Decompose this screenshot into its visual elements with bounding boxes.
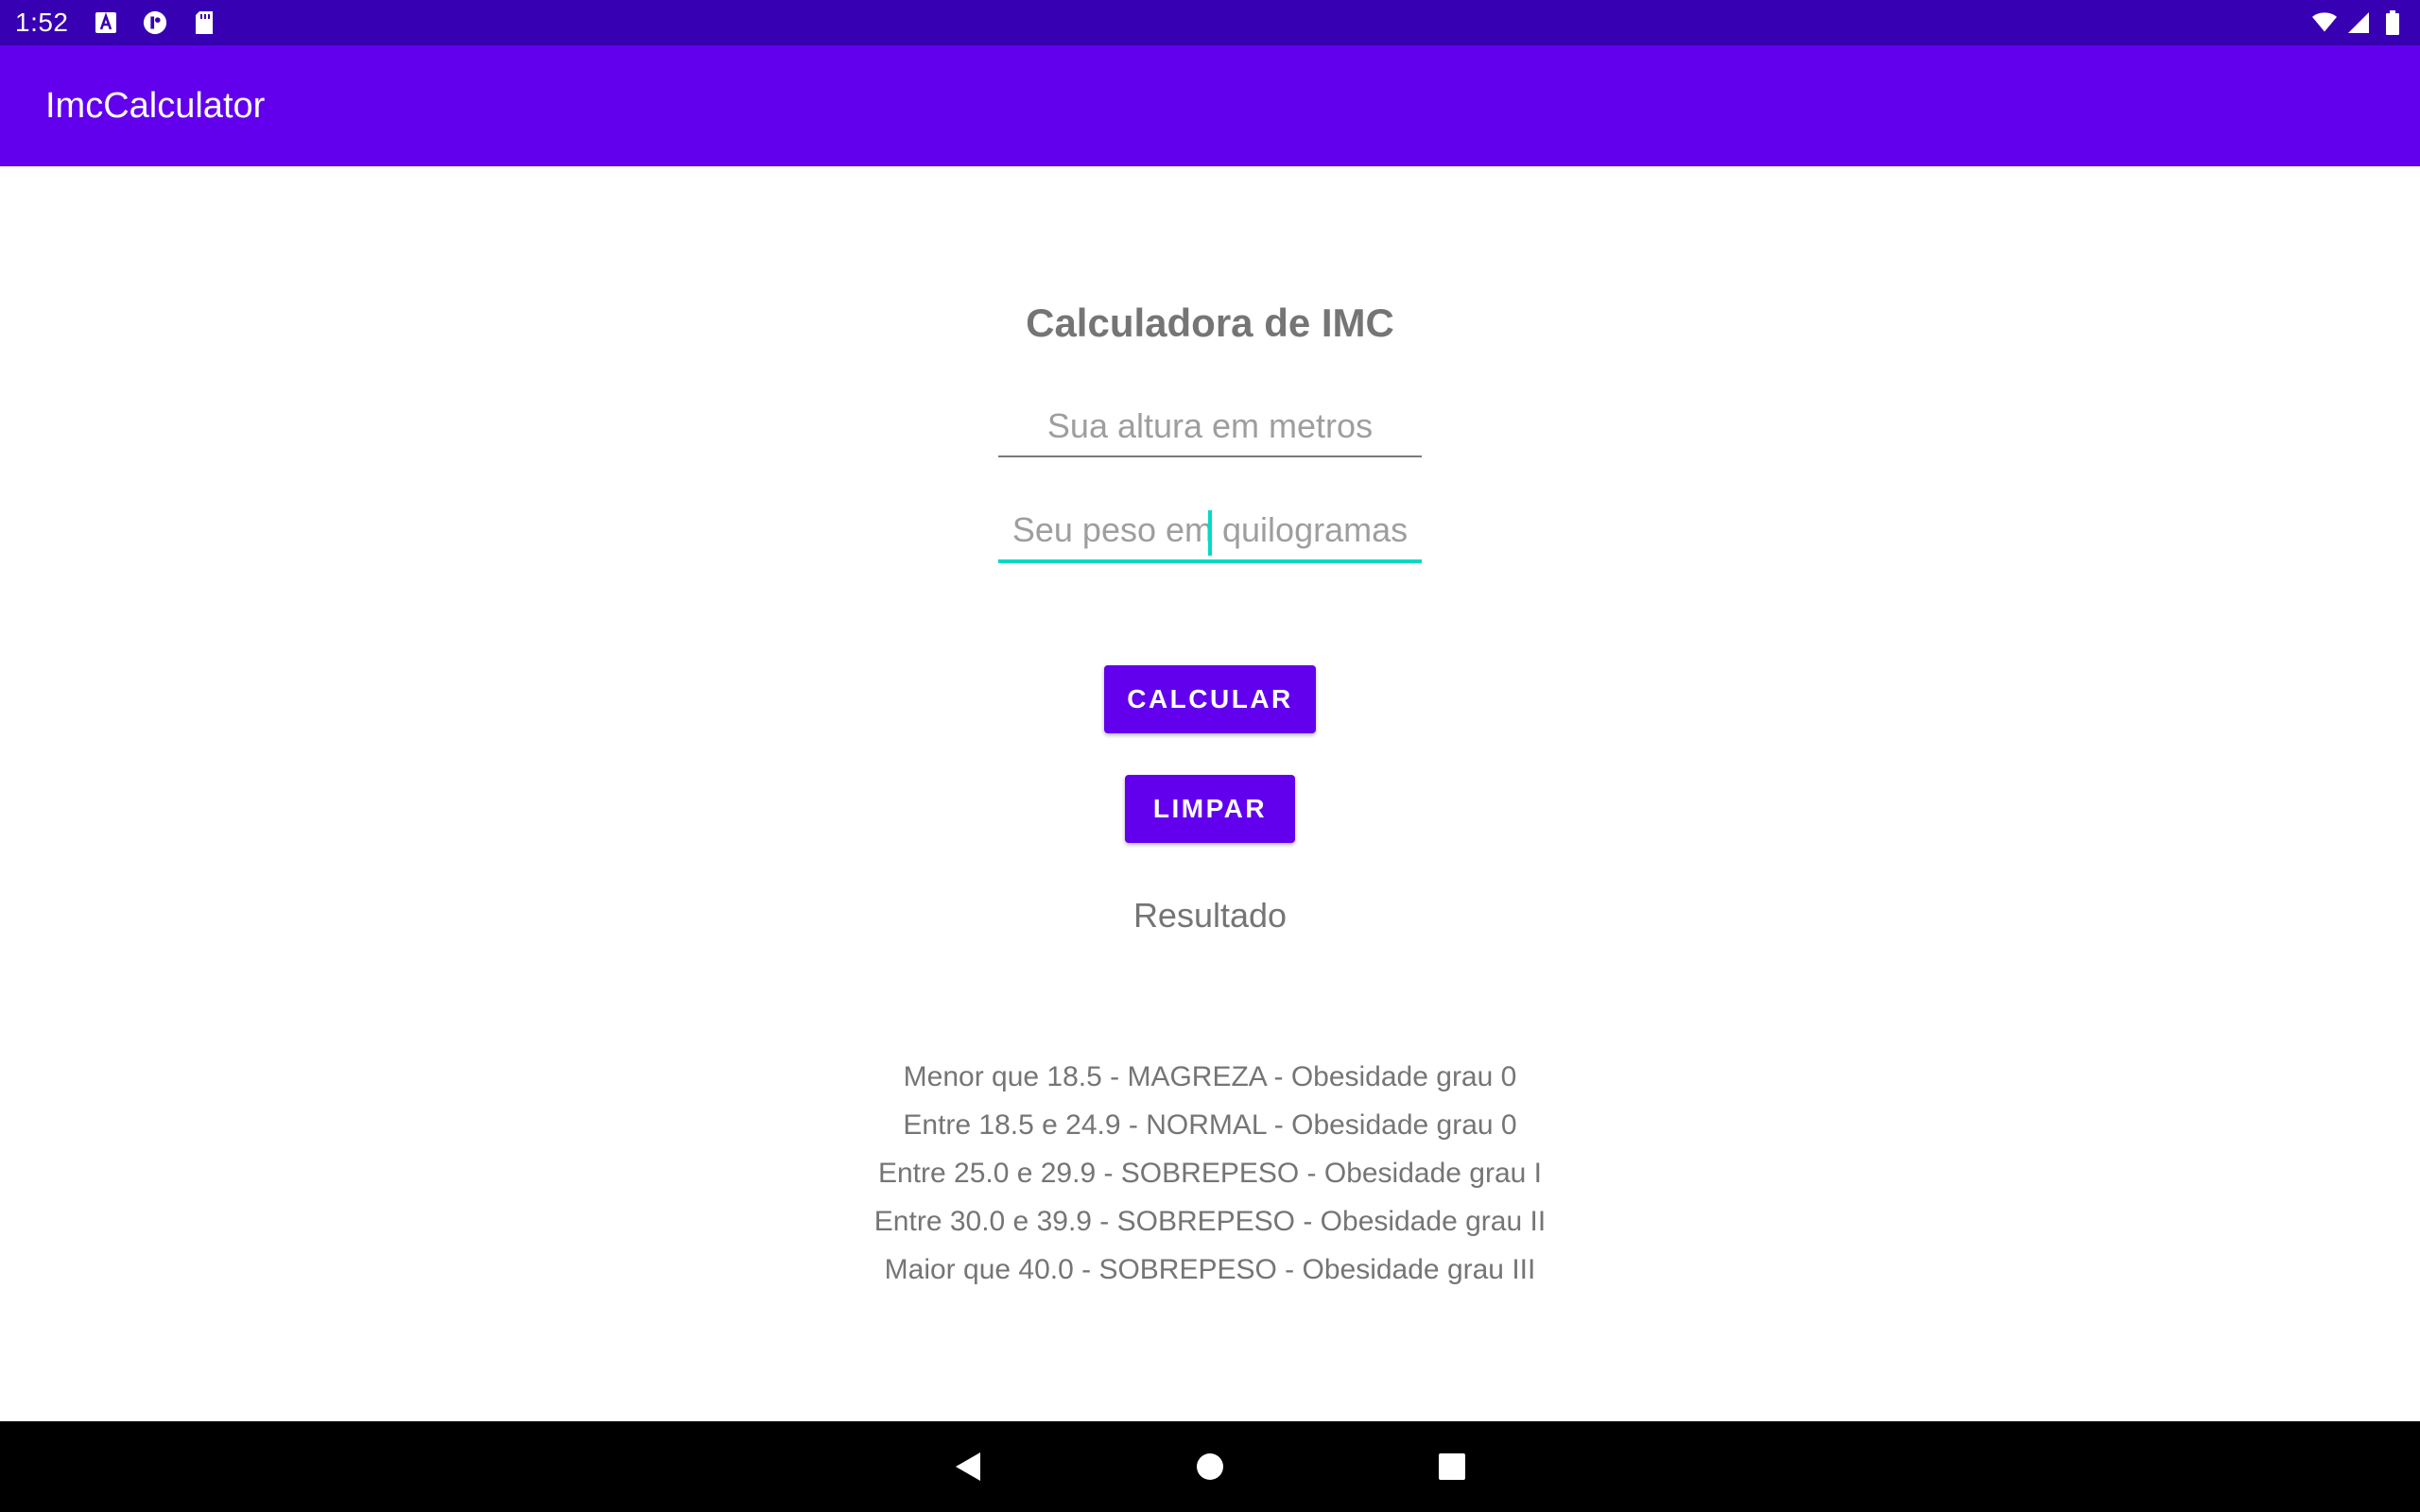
range-line: Entre 25.0 e 29.9 - SOBREPESO - Obesidad…: [877, 1158, 1543, 1189]
status-left: 1:52: [15, 8, 216, 38]
range-line: Menor que 18.5 - MAGREZA - Obesidade gra…: [903, 1061, 1517, 1092]
app-bar: ImcCalculator: [0, 45, 2420, 166]
back-icon[interactable]: [930, 1421, 1006, 1512]
status-bar: 1:52: [0, 0, 2420, 45]
clear-button[interactable]: LIMPAR: [1125, 775, 1295, 843]
circle-badge-icon: [143, 10, 167, 35]
wifi-icon: [2312, 10, 2337, 35]
imc-ranges-list: Menor que 18.5 - MAGREZA - Obesidade gra…: [0, 1053, 2420, 1294]
range-line: Entre 30.0 e 39.9 - SOBREPESO - Obesidad…: [873, 1206, 1547, 1237]
page-title: Calculadora de IMC: [1026, 301, 1394, 345]
status-right: [2312, 10, 2405, 35]
battery-icon: [2380, 10, 2405, 35]
sd-card-icon: [192, 10, 216, 35]
height-field[interactable]: [998, 389, 1422, 457]
range-line: Maior que 40.0 - SOBREPESO - Obesidade g…: [884, 1254, 1536, 1285]
app-title: ImcCalculator: [45, 85, 266, 126]
text-cursor: [1208, 510, 1212, 556]
home-icon[interactable]: [1172, 1421, 1248, 1512]
status-time: 1:52: [15, 8, 69, 37]
result-text: Resultado: [1132, 896, 1288, 935]
main-content: Calculadora de IMC CALCULAR LIMPAR Resul…: [0, 166, 2420, 1421]
cell-signal-icon: [2346, 10, 2371, 35]
height-input[interactable]: [998, 406, 1422, 446]
calculate-button[interactable]: CALCULAR: [1104, 665, 1316, 733]
navigation-bar: [0, 1421, 2420, 1512]
a-notification-icon: [94, 10, 118, 35]
range-line: Entre 18.5 e 24.9 - NORMAL - Obesidade g…: [903, 1109, 1517, 1141]
recents-icon[interactable]: [1414, 1421, 1490, 1512]
